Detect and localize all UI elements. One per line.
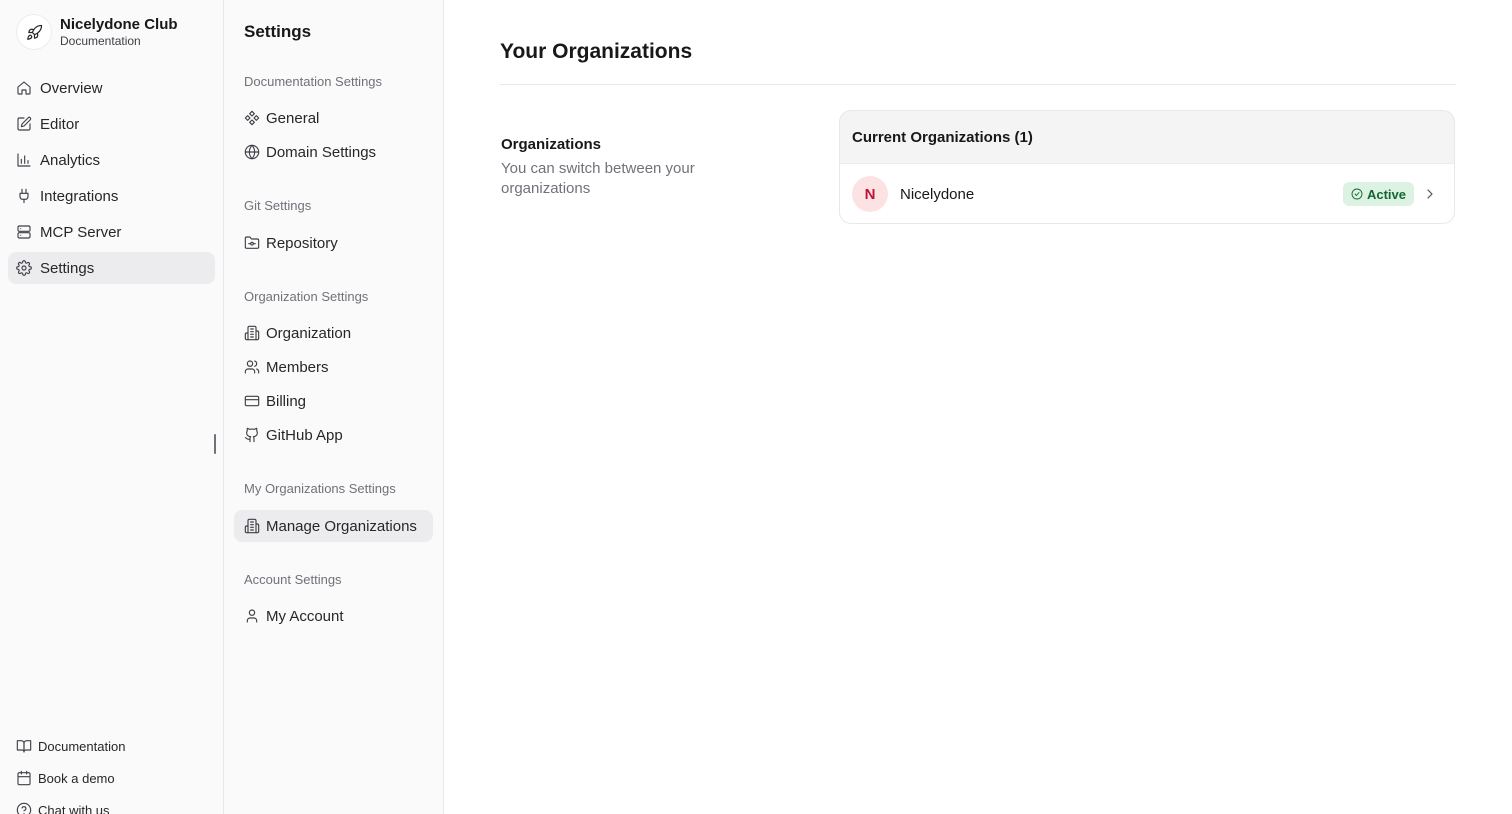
- organization-name: Nicelydone: [900, 185, 975, 203]
- sidebar-resize-handle[interactable]: [214, 434, 216, 454]
- settings-title: Settings: [244, 22, 312, 41]
- settings-item-members[interactable]: Members: [234, 351, 433, 383]
- gear-icon: [16, 260, 32, 276]
- settings-item-label: Organization: [266, 324, 352, 342]
- plug-icon: [16, 188, 32, 204]
- settings-item-billing[interactable]: Billing: [234, 385, 433, 417]
- organizations-section-label: Organizations: [501, 136, 602, 153]
- nav-item-overview[interactable]: Overview: [8, 72, 215, 104]
- nav-item-settings[interactable]: Settings: [8, 252, 215, 284]
- book-icon: [16, 738, 32, 754]
- current-organizations-card: Current Organizations (1) N Nicelydone A…: [839, 110, 1455, 224]
- help-circle-icon: [16, 802, 32, 814]
- organization-row[interactable]: N Nicelydone Active: [840, 163, 1454, 223]
- settings-item-label: My Account: [266, 607, 344, 625]
- documentation-link-label: Documentation: [38, 738, 126, 754]
- settings-item-label: Repository: [266, 234, 338, 252]
- workspace-name: Nicelydone Club: [60, 16, 178, 33]
- nav-item-mcp-server[interactable]: MCP Server: [8, 216, 215, 248]
- section-label-organization-settings: Organization Settings: [244, 289, 369, 304]
- section-label-my-organizations-settings: My Organizations Settings: [244, 481, 396, 496]
- globe-icon: [244, 144, 260, 160]
- workspace-switcher[interactable]: Nicelydone Club Documentation: [16, 14, 178, 50]
- nav-item-integrations[interactable]: Integrations: [8, 180, 215, 212]
- settings-item-repository[interactable]: Repository: [234, 227, 433, 259]
- home-icon: [16, 80, 32, 96]
- settings-item-label: GitHub App: [266, 426, 343, 444]
- user-icon: [244, 608, 260, 624]
- settings-item-github-app[interactable]: GitHub App: [234, 419, 433, 451]
- settings-item-manage-organizations[interactable]: Manage Organizations: [234, 510, 433, 542]
- page-title: Your Organizations: [500, 40, 693, 63]
- status-badge: Active: [1342, 182, 1414, 206]
- chevron-right-icon: [1422, 186, 1438, 202]
- book-demo-link[interactable]: Book a demo: [16, 766, 125, 790]
- settings-item-label: Billing: [266, 392, 307, 410]
- section-label-account-settings: Account Settings: [244, 572, 342, 587]
- documentation-link[interactable]: Documentation: [16, 734, 125, 758]
- folder-git-icon: [244, 235, 260, 251]
- chat-with-us-link-label: Chat with us: [38, 802, 110, 814]
- nav-item-label: Integrations: [40, 187, 119, 205]
- users-icon: [244, 359, 260, 375]
- settings-item-domain-settings[interactable]: Domain Settings: [234, 136, 433, 168]
- bar-chart-icon: [16, 152, 32, 168]
- chat-with-us-link[interactable]: Chat with us: [16, 798, 125, 814]
- settings-item-label: Members: [266, 358, 329, 376]
- section-label-documentation-settings: Documentation Settings: [244, 74, 383, 89]
- settings-item-label: General: [266, 109, 320, 127]
- rocket-icon: [16, 14, 52, 50]
- components-icon: [244, 110, 260, 126]
- edit-icon: [16, 116, 32, 132]
- nav-item-label: Overview: [40, 79, 103, 97]
- nav-item-editor[interactable]: Editor: [8, 108, 215, 140]
- check-circle-icon: [1351, 188, 1363, 200]
- settings-nav: Settings Documentation Settings General …: [224, 0, 444, 814]
- building-icon: [244, 325, 260, 341]
- calendar-icon: [16, 770, 32, 786]
- nav-item-label: MCP Server: [40, 223, 122, 241]
- organization-avatar: N: [852, 176, 888, 212]
- main-content: Your Organizations Organizations You can…: [444, 0, 1512, 814]
- workspace-subtitle: Documentation: [60, 34, 141, 48]
- nav-item-analytics[interactable]: Analytics: [8, 144, 215, 176]
- organizations-section-description: You can switch between your organization…: [501, 160, 695, 197]
- current-organizations-header: Current Organizations (1): [852, 129, 1033, 146]
- nav-item-label: Analytics: [40, 151, 101, 169]
- settings-item-my-account[interactable]: My Account: [234, 600, 433, 632]
- title-divider: [500, 84, 1456, 85]
- settings-item-label: Manage Organizations: [266, 517, 417, 535]
- section-label-git-settings: Git Settings: [244, 198, 312, 213]
- sidebar-footer-links: Documentation Book a demo Chat with us: [16, 734, 125, 814]
- building-icon: [244, 518, 260, 534]
- nav-item-label: Editor: [40, 115, 80, 133]
- status-badge-label: Active: [1366, 186, 1406, 202]
- github-icon: [244, 427, 260, 443]
- app-sidebar: Nicelydone Club Documentation Overview E…: [0, 0, 224, 814]
- settings-item-general[interactable]: General: [234, 102, 433, 134]
- settings-item-organization[interactable]: Organization: [234, 317, 433, 349]
- book-demo-link-label: Book a demo: [38, 770, 115, 786]
- primary-nav: Overview Editor Analytics Integrations M…: [8, 72, 215, 288]
- server-icon: [16, 224, 32, 240]
- credit-card-icon: [244, 393, 260, 409]
- settings-item-label: Domain Settings: [266, 143, 377, 161]
- nav-item-label: Settings: [40, 259, 95, 277]
